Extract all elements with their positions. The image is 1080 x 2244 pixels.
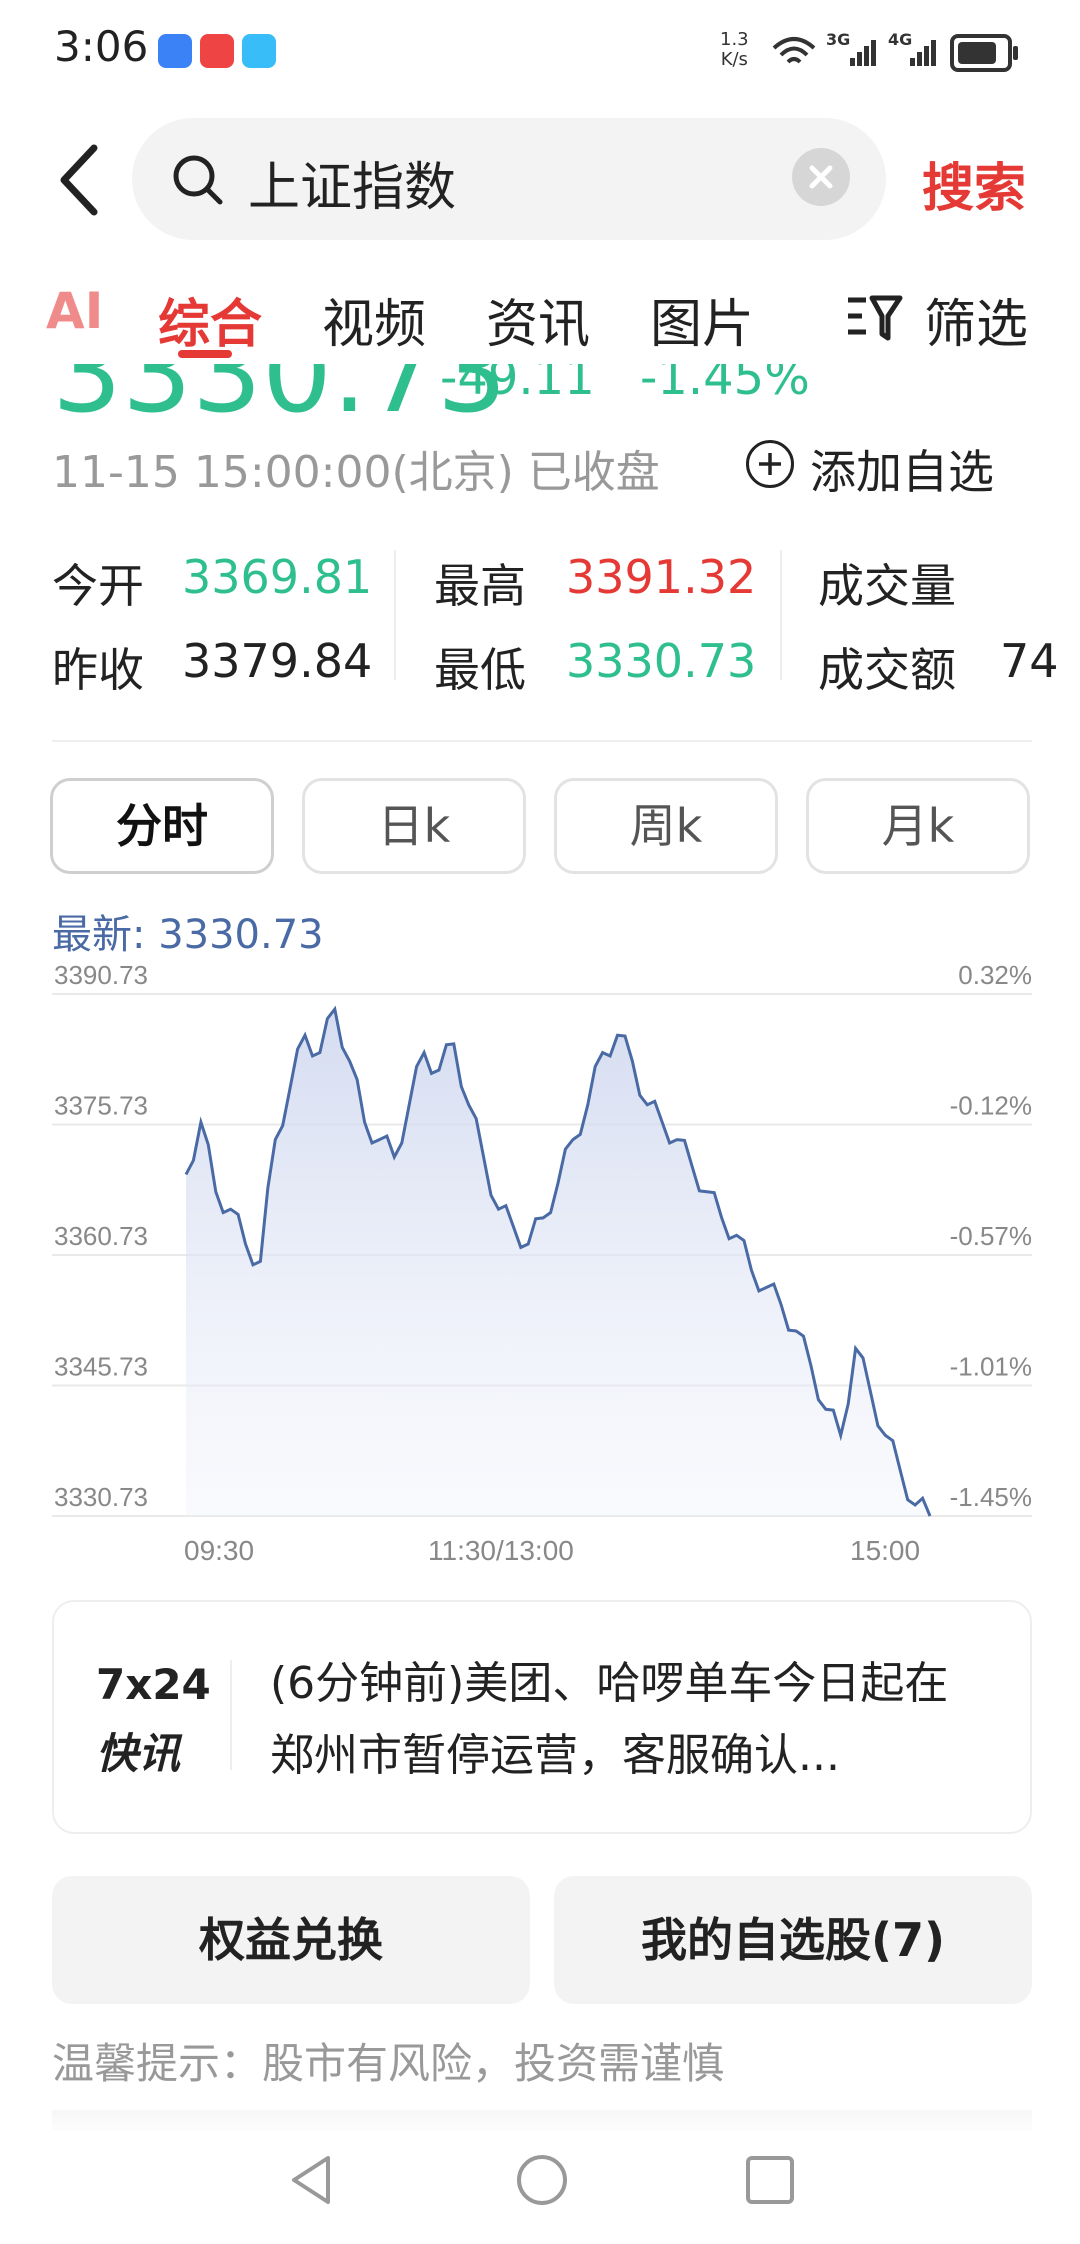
wifi-icon [772,37,816,64]
news-badge-bottom: 快讯 [96,1729,181,1778]
risk-tip: 温馨提示：股市有风险，投资需谨慎 [52,2039,725,2088]
y-right-tick-label: -1.01% [950,1352,1032,1382]
low-label: 最低 [434,643,526,697]
period-intraday-button[interactable]: 分时 [50,778,274,874]
tab-images[interactable]: 图片 [650,282,754,357]
period-daily-button[interactable]: 日k [302,778,526,874]
turnover-value: 74 [1000,634,1059,688]
my-watchlist-button[interactable]: 我的自选股(7) [554,1876,1032,2004]
search-button[interactable]: 搜索 [922,146,1026,221]
home-nav-icon[interactable] [514,2152,570,2208]
y-tick-label: 3360.73 [54,1221,148,1251]
turnover-label: 成交额 [818,643,956,697]
high-value: 3391.32 [566,550,757,604]
signal-3g-icon [850,40,876,66]
period-monthly-button[interactable]: 月k [806,778,1030,874]
back-arrow-icon[interactable] [54,140,114,220]
latest-price: 最新: 3330.73 [52,902,324,960]
filter-label[interactable]: 筛选 [924,282,1028,357]
status-bar: 3:06 1.3 K/s 3G 4G [0,0,1080,100]
net-speed: 1.3 K/s [720,29,749,70]
add-icon[interactable] [746,440,794,488]
news-headline[interactable]: (6分钟前)美团、哈啰单车今日起在郑州市暂停运营，客服确认... [270,1648,990,1792]
intraday-chart[interactable]: 3390.73 0.32% 3375.73 -0.12% 3360.73 -0.57% 33… [0,960,1080,1580]
filter-icon[interactable] [844,292,904,344]
stats-divider [394,550,396,680]
clear-search-button[interactable] [792,148,850,206]
close-icon [809,165,833,189]
y-right-tick-label: -1.45% [950,1482,1032,1512]
latest-label: 最新: [52,912,146,958]
period-weekly-button[interactable]: 周k [554,778,778,874]
search-bar[interactable] [132,118,886,240]
latest-value: 3330.73 [158,912,324,958]
rights-exchange-button[interactable]: 权益兑换 [52,1876,530,2004]
signal-4g-icon [910,40,936,66]
y-right-tick-label: -0.57% [950,1221,1032,1251]
add-to-watchlist-button[interactable]: 添加自选 [810,436,994,502]
trade-time-info: 11-15 15:00:00(北京) 已收盘 [52,447,660,498]
weather-notification-icon [242,34,276,68]
search-input[interactable]: 上证指数 [248,145,456,220]
battery-icon [950,34,1018,72]
tab-news[interactable]: 资讯 [486,282,590,357]
navigation-bar [0,2130,1080,2244]
mail-notification-icon [200,34,234,68]
prev-close-label: 昨收 [52,643,144,697]
active-tab-indicator [178,350,232,358]
recents-nav-icon[interactable] [744,2154,796,2206]
volume-label: 成交量 [818,559,956,613]
x-tick-label: 15:00 [850,1535,920,1566]
prev-close-value: 3379.84 [182,634,373,688]
y-tick-label: 3390.73 [54,960,148,990]
y-tick-label: 3375.73 [54,1091,148,1121]
status-time: 3:06 [54,22,149,71]
search-icon [173,155,223,205]
y-right-tick-label: -0.12% [950,1091,1032,1121]
y-tick-label: 3345.73 [54,1352,148,1382]
y-right-tick-label: 0.32% [958,960,1032,990]
y-tick-label: 3330.73 [54,1482,148,1512]
x-tick-label: 09:30 [184,1535,254,1566]
news-divider [230,1660,232,1770]
news-badge-top: 7x24 [96,1660,211,1709]
stats-divider [780,550,782,680]
open-value: 3369.81 [182,550,373,604]
back-nav-icon[interactable] [286,2152,336,2208]
low-value: 3330.73 [566,634,757,688]
high-label: 最高 [434,559,526,613]
app-notification-icon [158,34,192,68]
x-tick-label: 11:30/13:00 [428,1535,574,1566]
open-label: 今开 [52,559,144,613]
price-area [186,1009,930,1516]
section-divider [52,740,1032,742]
tab-video[interactable]: 视频 [322,282,426,357]
tab-comprehensive[interactable]: 综合 [158,282,262,357]
tab-ai[interactable]: AI [46,282,103,340]
